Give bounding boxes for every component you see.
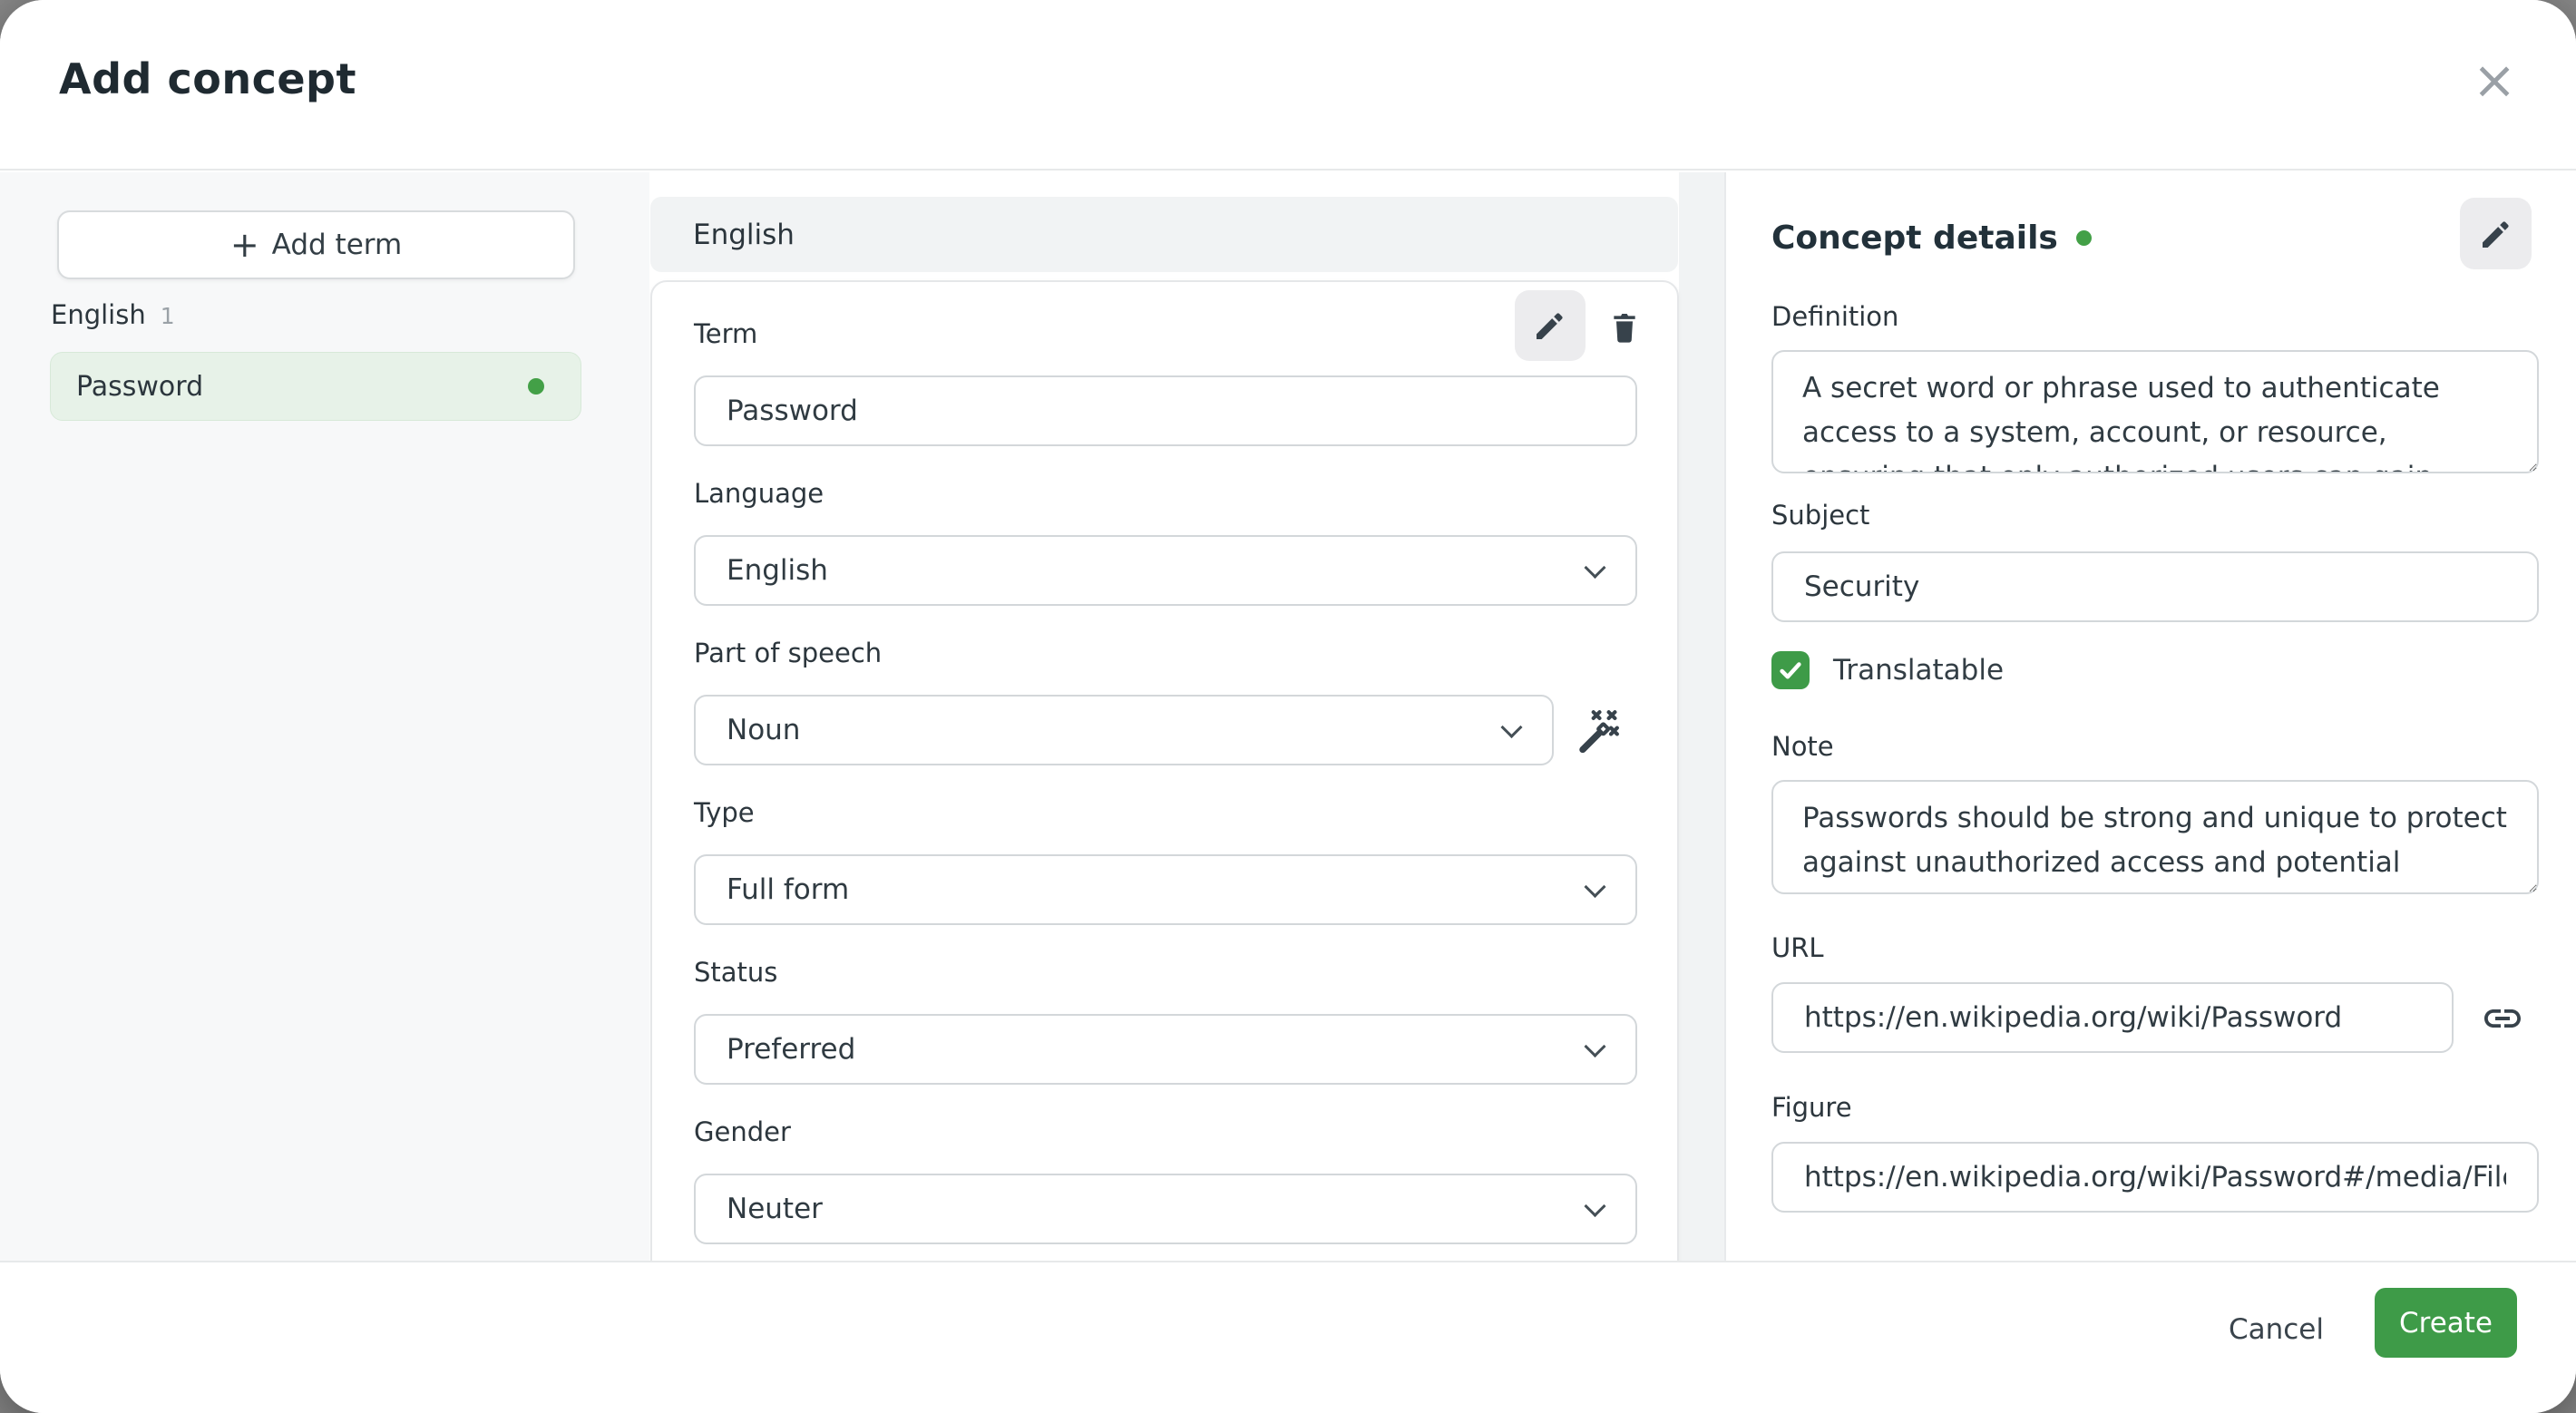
- figure-input[interactable]: [1771, 1142, 2539, 1213]
- auto-detect-button[interactable]: [1570, 702, 1628, 760]
- translatable-label: Translatable: [1833, 654, 2005, 687]
- terms-sidebar: + Add term English 1 Password: [0, 172, 649, 1261]
- definition-label: Definition: [1771, 301, 1899, 332]
- modal-header: Add concept ×: [0, 0, 2576, 171]
- language-select[interactable]: English: [694, 535, 1637, 606]
- concept-details-title: Concept details: [1771, 219, 2058, 257]
- language-group-label: English: [51, 299, 146, 330]
- part-of-speech-select[interactable]: Noun: [694, 695, 1554, 765]
- part-of-speech-label: Part of speech: [694, 638, 883, 668]
- term-status-dot: [528, 378, 544, 395]
- concept-details-panel: Concept details Definition A secret word…: [1728, 172, 2576, 1261]
- language-select-wrap: English: [694, 535, 1637, 606]
- language-group-count: 1: [160, 303, 175, 329]
- url-label: URL: [1771, 932, 1824, 963]
- type-select[interactable]: Full form: [694, 854, 1637, 925]
- language-group-header: English 1: [51, 299, 175, 330]
- add-term-label: Add term: [271, 229, 403, 261]
- translatable-checkbox[interactable]: [1771, 651, 1810, 689]
- translatable-checkbox-row[interactable]: Translatable: [1771, 651, 2004, 689]
- type-label: Type: [694, 797, 755, 828]
- term-list-item-password[interactable]: Password: [50, 352, 581, 421]
- note-textarea[interactable]: Passwords should be strong and unique to…: [1771, 780, 2539, 894]
- note-label: Note: [1771, 731, 1834, 762]
- scrollbar-track[interactable]: [1679, 172, 1724, 1261]
- language-label: Language: [694, 478, 825, 509]
- gender-label: Gender: [694, 1116, 791, 1147]
- cancel-button[interactable]: Cancel: [2220, 1302, 2333, 1357]
- definition-textarea[interactable]: A secret word or phrase used to authenti…: [1771, 350, 2539, 473]
- trash-icon: [1614, 314, 1635, 343]
- part-of-speech-select-wrap: Noun: [694, 695, 1554, 765]
- gender-select-wrap: Neuter: [694, 1174, 1637, 1244]
- plus-icon: +: [229, 225, 259, 265]
- term-language-band: English: [650, 197, 1678, 272]
- gender-select[interactable]: Neuter: [694, 1174, 1637, 1244]
- link-icon: [2484, 1009, 2521, 1028]
- edit-term-button[interactable]: [1515, 290, 1586, 361]
- add-term-button[interactable]: + Add term: [57, 210, 575, 279]
- status-label: Status: [694, 957, 778, 988]
- delete-term-button[interactable]: [1599, 302, 1650, 353]
- status-select[interactable]: Preferred: [694, 1014, 1637, 1085]
- figure-label: Figure: [1771, 1092, 1852, 1123]
- url-input[interactable]: [1771, 982, 2454, 1053]
- term-item-label: Password: [76, 370, 204, 403]
- open-link-button[interactable]: [2477, 993, 2528, 1044]
- add-concept-modal: Add concept × + Add term English 1 Passw…: [0, 0, 2576, 1413]
- subject-input[interactable]: [1771, 551, 2539, 622]
- term-label: Term: [694, 318, 758, 349]
- term-card: Term Language English Part of speech Nou…: [650, 280, 1679, 1261]
- magic-wand-icon: [1579, 710, 1619, 754]
- concept-title-row: Concept details: [1771, 219, 2092, 257]
- create-button[interactable]: Create: [2375, 1288, 2517, 1358]
- modal-content: + Add term English 1 Password English Te…: [0, 172, 2576, 1261]
- check-icon: [1780, 662, 1801, 679]
- concept-status-dot: [2075, 230, 2092, 246]
- term-editor-panel: English Term Password Language English P…: [649, 172, 1726, 1261]
- term-language-band-label: English: [693, 218, 795, 251]
- close-icon[interactable]: ×: [2458, 44, 2531, 116]
- type-select-wrap: Full form: [694, 854, 1637, 925]
- page-title: Add concept: [59, 54, 356, 103]
- modal-footer: Cancel Create: [0, 1261, 2576, 1413]
- pencil-icon: [2482, 220, 2509, 248]
- status-select-wrap: Preferred: [694, 1014, 1637, 1085]
- term-input[interactable]: [694, 375, 1637, 446]
- edit-concept-button[interactable]: [2460, 198, 2532, 269]
- pencil-icon: [1537, 313, 1563, 339]
- subject-label: Subject: [1771, 500, 1870, 531]
